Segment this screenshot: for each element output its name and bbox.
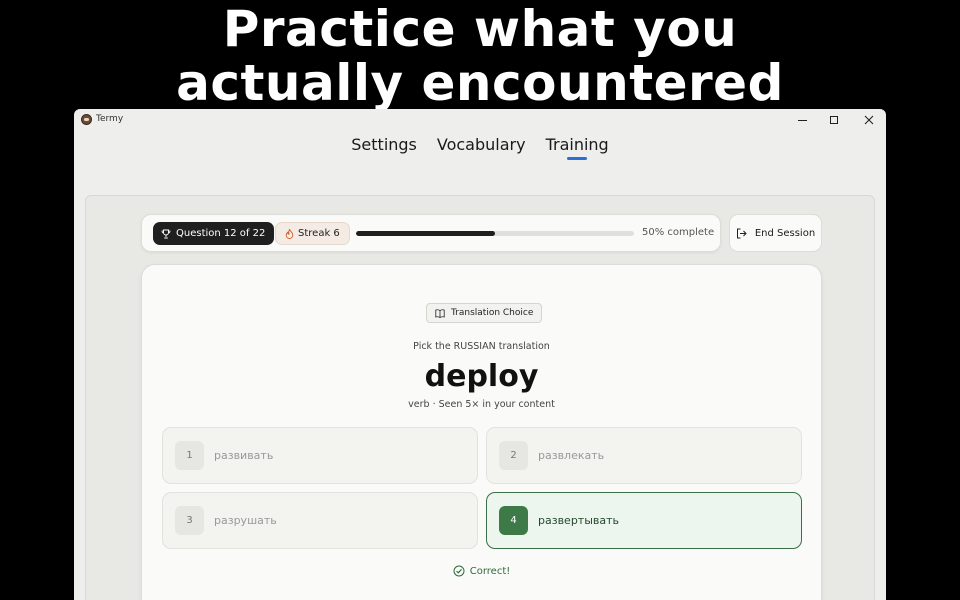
answer-option-4-correct[interactable]: 4 развертывать (486, 492, 802, 549)
question-type-label: Translation Choice (451, 308, 534, 318)
main-nav: Settings Vocabulary Training (74, 135, 886, 160)
answer-feedback: Correct! (142, 565, 821, 577)
feedback-text: Correct! (469, 565, 511, 577)
option-number: 1 (175, 441, 204, 470)
tab-settings[interactable]: Settings (351, 135, 417, 160)
sloth-icon (81, 114, 92, 125)
end-session-button[interactable]: End Session (729, 214, 822, 252)
check-circle-icon (453, 565, 465, 577)
trophy-icon (161, 229, 171, 238)
answer-option-1[interactable]: 1 развивать (162, 427, 478, 484)
progress-bar (356, 231, 634, 236)
streak-badge: Streak 6 (275, 222, 350, 245)
maximize-icon (830, 116, 838, 124)
word-meta: verb · Seen 5× in your content (408, 399, 555, 410)
question-type-chip: Translation Choice (426, 303, 543, 323)
target-word: deploy (424, 359, 539, 394)
option-label: разрушать (214, 514, 277, 527)
option-label: развлекать (538, 449, 605, 462)
answer-option-2[interactable]: 2 развлекать (486, 427, 802, 484)
app-window: Termy Settings Vocabulary Training Quest… (74, 109, 886, 600)
minimize-button[interactable] (784, 109, 820, 131)
flame-icon (285, 228, 294, 239)
answer-option-3[interactable]: 3 разрушать (162, 492, 478, 549)
streak-count: Streak 6 (298, 228, 340, 239)
question-card: Translation Choice Pick the RUSSIAN tran… (141, 264, 822, 600)
close-icon (864, 115, 874, 125)
option-label: развертывать (538, 514, 620, 527)
tab-vocabulary[interactable]: Vocabulary (437, 135, 526, 160)
option-number: 2 (499, 441, 528, 470)
book-icon (435, 308, 445, 318)
title-bar[interactable]: Termy (74, 109, 886, 131)
session-status-bar: Question 12 of 22 Streak 6 50% complete (141, 214, 721, 252)
headline-line-1: Practice what you (222, 0, 738, 58)
minimize-icon (797, 119, 807, 121)
end-session-label: End Session (754, 227, 816, 239)
exit-icon (736, 228, 747, 238)
promo-headline: Practice what you actually encountered (0, 0, 960, 110)
option-number: 3 (175, 506, 204, 535)
question-counter: Question 12 of 22 (176, 228, 266, 239)
progress-fill (356, 231, 495, 236)
maximize-button[interactable] (816, 109, 852, 131)
option-number: 4 (499, 506, 528, 535)
tab-training[interactable]: Training (546, 135, 609, 160)
question-prompt: Pick the RUSSIAN translation (413, 341, 550, 352)
training-panel: Question 12 of 22 Streak 6 50% complete … (85, 195, 875, 600)
app-name: Termy (96, 114, 124, 124)
headline-line-2: actually encountered (176, 54, 784, 112)
progress-text: 50% complete (642, 227, 715, 238)
question-badge: Question 12 of 22 (153, 222, 275, 245)
option-label: развивать (214, 449, 274, 462)
close-button[interactable] (851, 109, 886, 131)
